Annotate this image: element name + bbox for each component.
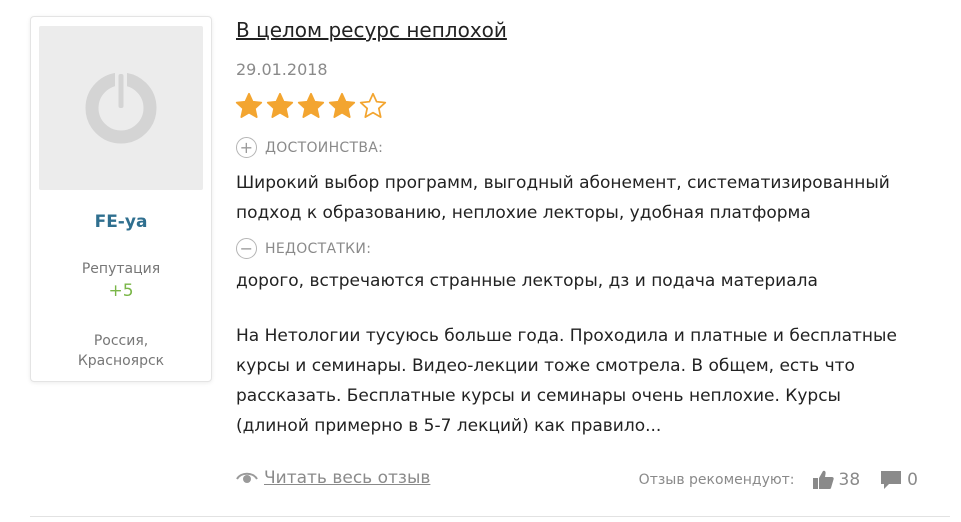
eye-icon — [236, 472, 258, 483]
comment-icon — [881, 471, 902, 489]
star-filled-icon — [235, 92, 263, 118]
body-line: (длиной примерно в 5-7 лекций) как прави… — [236, 416, 662, 436]
recommend-label: Отзыв рекомендуют: — [638, 472, 795, 488]
read-full-review-label: Читать весь отзыв — [264, 468, 431, 488]
cons-text: дорого, встречаются странные лекторы, дз… — [236, 266, 954, 296]
review-title-link[interactable]: В целом ресурс неплохой — [236, 18, 507, 42]
reputation-value: +5 — [108, 281, 134, 301]
pros-header: + ДОСТОИНСТВА: — [236, 137, 383, 158]
body-line: На Нетологии тусуюсь больше года. Проход… — [236, 326, 897, 346]
comments-button[interactable] — [880, 470, 902, 490]
pros-line: подход к образованию, неплохие лекторы, … — [236, 203, 811, 223]
cons-header: − НЕДОСТАТКИ: — [236, 238, 371, 259]
recommend-bar: Отзыв рекомендуют: 38 0 — [639, 470, 918, 490]
default-avatar-icon — [85, 71, 157, 144]
body-line: курсы и семинары. Видео-лекции тоже смот… — [236, 356, 855, 376]
pros-text: Широкий выбор программ, выгодный абонеме… — [236, 168, 954, 228]
rating-stars — [235, 92, 387, 120]
plus-circle-icon: + — [236, 137, 257, 158]
pros-label: ДОСТОИНСТВА: — [265, 139, 384, 156]
author-name-link[interactable]: FE-ya — [31, 212, 211, 232]
author-location: Россия, Красноярск — [31, 331, 211, 371]
star-empty-icon — [359, 92, 387, 118]
location-country: Россия, — [93, 333, 149, 349]
avatar[interactable] — [39, 26, 203, 190]
read-full-review-link[interactable]: Читать весь отзыв — [236, 468, 430, 488]
review-date: 29.01.2018 — [236, 60, 328, 79]
star-filled-icon — [266, 92, 294, 118]
body-line: рассказать. Бесплатные курсы и семинары … — [236, 386, 841, 406]
minus-circle-icon: − — [236, 238, 257, 259]
star-filled-icon — [297, 92, 325, 118]
review-body: На Нетологии тусуюсь больше года. Проход… — [236, 321, 954, 441]
pros-line: Широкий выбор программ, выгодный абонеме… — [236, 173, 890, 193]
thumbs-up-icon — [812, 470, 834, 489]
divider — [30, 516, 950, 517]
star-filled-icon — [328, 92, 356, 118]
likes-count: 38 — [838, 470, 861, 490]
location-city: Красноярск — [77, 353, 165, 369]
reputation-label: Репутация — [81, 261, 161, 277]
comments-count: 0 — [907, 470, 918, 490]
like-button[interactable] — [812, 470, 834, 490]
cons-line: дорого, встречаются странные лекторы, дз… — [236, 271, 818, 291]
author-card: FE-ya Репутация +5 Россия, Красноярск — [30, 16, 212, 382]
cons-label: НЕДОСТАТКИ: — [265, 240, 372, 257]
